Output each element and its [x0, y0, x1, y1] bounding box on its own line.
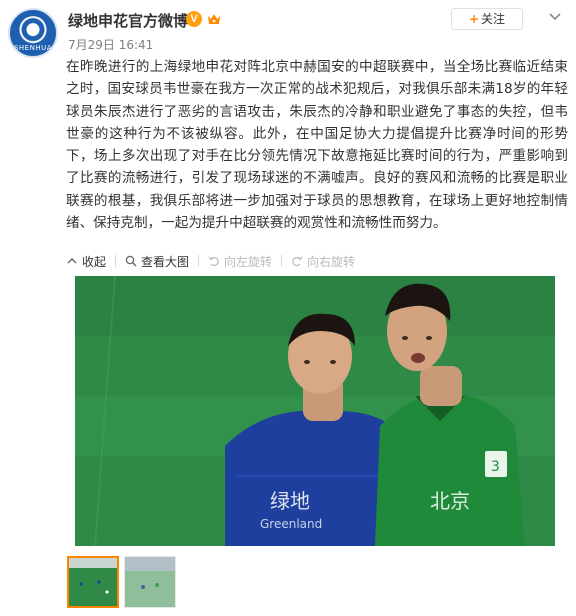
blue-jersey-sponsor: 绿地	[270, 489, 310, 513]
thumbnail-photo	[69, 558, 117, 606]
image-toolbar: 收起 查看大图 向左旋转 向右旋转	[66, 252, 355, 270]
image-thumbnail-2[interactable]	[124, 556, 176, 608]
view-large-label: 查看大图	[141, 254, 190, 269]
avatar-logo-text: SHENHUA	[13, 44, 53, 52]
rotate-right-icon	[292, 256, 303, 267]
blue-jersey-sponsor-en: Greenland	[260, 517, 322, 531]
rotate-right-label: 向右旋转	[307, 254, 356, 269]
collapse-label: 收起	[82, 254, 107, 269]
rotate-right-button[interactable]: 向右旋转	[291, 253, 355, 270]
post-image[interactable]: 绿地 Greenland 北京 3	[75, 276, 555, 546]
rotate-left-button[interactable]: 向左旋转	[208, 253, 272, 270]
member-crown-icon	[208, 14, 220, 24]
green-jersey-sponsor: 北京	[430, 489, 470, 513]
post-timestamp[interactable]: 7月29日 16:41	[68, 36, 153, 53]
rotate-left-label: 向左旋转	[224, 254, 273, 269]
post-text: 在昨晚进行的上海绿地申花对阵北京中赫国安的中超联赛中，当全场比赛临近结束之时，国…	[66, 59, 568, 232]
account-name[interactable]: 绿地申花官方微博	[68, 10, 188, 31]
avatar[interactable]: SHENHUA	[8, 8, 58, 58]
jersey-number: 3	[491, 459, 500, 475]
plus-icon: +	[468, 12, 480, 26]
follow-label: 关注	[481, 12, 506, 26]
rotate-left-icon	[208, 256, 219, 267]
collapse-button[interactable]: 收起	[66, 253, 106, 270]
toolbar-divider	[115, 255, 117, 267]
collapse-icon	[67, 258, 77, 264]
toolbar-divider	[281, 255, 283, 267]
toolbar-divider	[198, 255, 200, 267]
image-thumbnail-1[interactable]	[67, 556, 119, 608]
view-large-button[interactable]: 查看大图	[125, 253, 189, 270]
thumbnail-photo	[125, 557, 175, 607]
magnifier-icon	[125, 255, 137, 267]
chevron-down-icon[interactable]	[547, 8, 563, 24]
match-photo: 绿地 Greenland 北京 3	[75, 276, 555, 546]
verified-icon: V	[186, 11, 202, 27]
follow-button[interactable]: + 关注	[451, 8, 523, 30]
